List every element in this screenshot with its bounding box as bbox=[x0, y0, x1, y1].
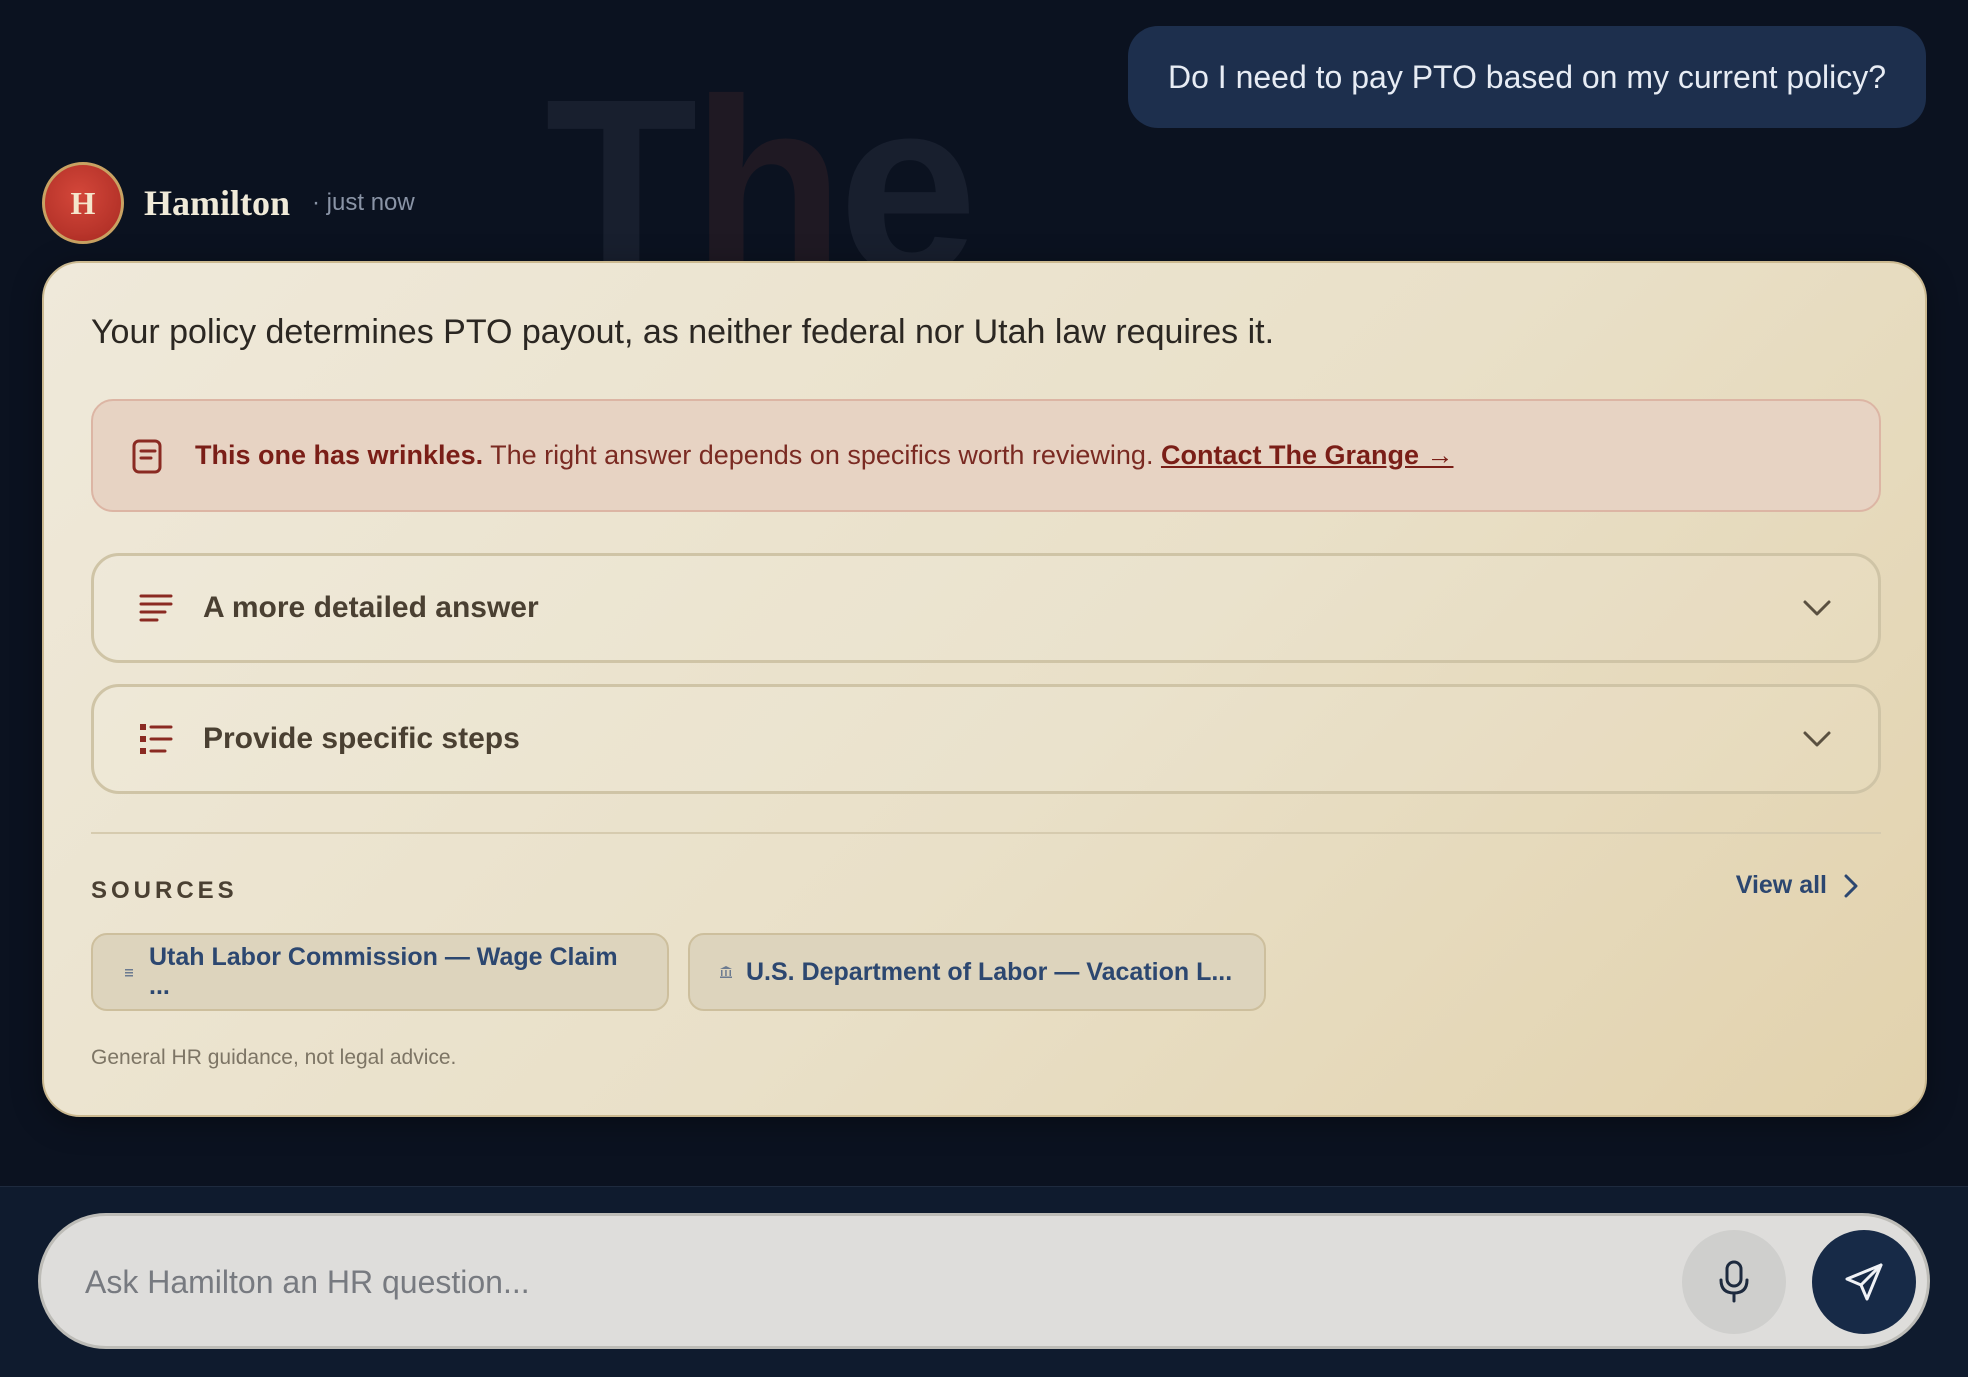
view-all-label: View all bbox=[1735, 871, 1827, 899]
contact-the-grange-link[interactable]: Contact The Grange → bbox=[1161, 440, 1454, 470]
send-icon bbox=[1845, 1263, 1883, 1301]
favicon-icon bbox=[123, 966, 135, 978]
assistant-name: Hamilton bbox=[144, 183, 291, 223]
sources-title: SOURCES bbox=[91, 877, 238, 904]
building-icon bbox=[720, 966, 732, 978]
document-icon bbox=[131, 437, 165, 475]
wrinkles-alert: This one has wrinkles. The right answer … bbox=[91, 399, 1881, 512]
assistant-response-card: Your policy determines PTO payout, as ne… bbox=[42, 261, 1927, 1117]
source-label: U.S. Department of Labor — Vacation L... bbox=[746, 957, 1233, 986]
accordion-detailed-answer[interactable]: A more detailed answer bbox=[91, 553, 1881, 663]
list-icon bbox=[139, 722, 173, 756]
send-button[interactable] bbox=[1812, 1230, 1916, 1334]
avatar: H bbox=[42, 162, 124, 244]
chevron-right-icon bbox=[1844, 874, 1858, 897]
composer-bar bbox=[0, 1186, 1968, 1377]
composer-input-wrapper bbox=[38, 1213, 1930, 1349]
user-message-bubble: Do I need to pay PTO based on my current… bbox=[1127, 26, 1926, 128]
microphone-button[interactable] bbox=[1682, 1230, 1786, 1334]
question-input[interactable] bbox=[85, 1246, 1685, 1318]
user-message-text: Do I need to pay PTO based on my current… bbox=[1167, 58, 1886, 95]
alert-bold: This one has wrinkles. bbox=[195, 440, 484, 470]
lines-icon bbox=[139, 591, 173, 625]
accordion-label: Provide specific steps bbox=[203, 722, 520, 755]
message-timestamp: · just now bbox=[312, 189, 415, 216]
source-chip-utah-labor[interactable]: Utah Labor Commission — Wage Claim ... bbox=[91, 933, 669, 1011]
alert-body: The right answer depends on specifics wo… bbox=[483, 440, 1161, 470]
source-chip-us-dol[interactable]: U.S. Department of Labor — Vacation L... bbox=[688, 933, 1266, 1011]
accordion-label: A more detailed answer bbox=[203, 591, 539, 624]
legal-disclaimer: General HR guidance, not legal advice. bbox=[91, 1046, 457, 1069]
answer-summary: Your policy determines PTO payout, as ne… bbox=[91, 313, 1275, 351]
source-label: Utah Labor Commission — Wage Claim ... bbox=[149, 943, 618, 1000]
chevron-down-icon bbox=[1801, 723, 1833, 755]
view-all-sources-link[interactable]: View all bbox=[1736, 871, 1859, 900]
alert-text: This one has wrinkles. The right answer … bbox=[195, 440, 1453, 471]
assistant-header: H Hamilton · just now bbox=[42, 162, 415, 244]
sources-divider bbox=[91, 832, 1881, 834]
avatar-initial: H bbox=[70, 184, 96, 221]
chevron-down-icon bbox=[1801, 592, 1833, 624]
microphone-icon bbox=[1719, 1260, 1749, 1303]
accordion-specific-steps[interactable]: Provide specific steps bbox=[91, 684, 1881, 794]
